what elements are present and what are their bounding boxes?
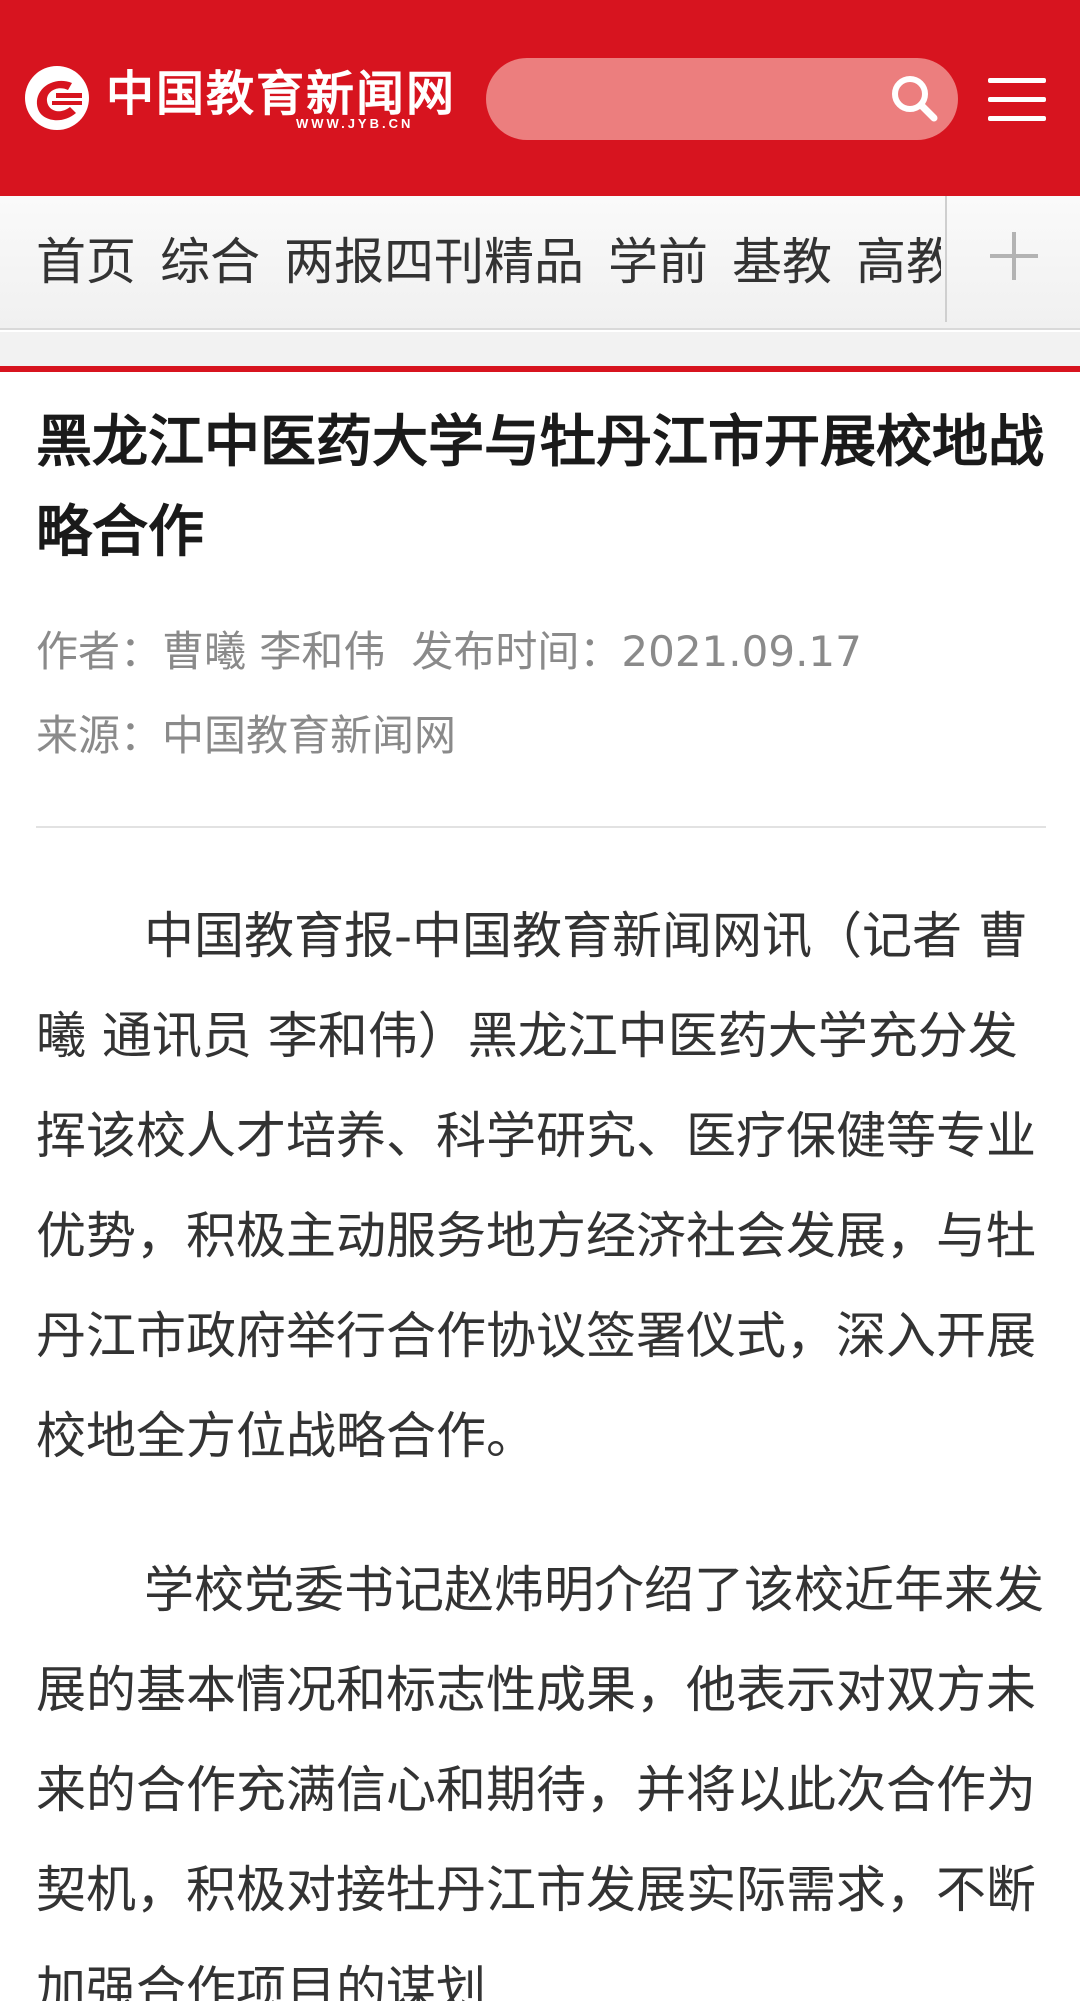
source-value: 中国教育新闻网 — [162, 711, 457, 760]
nav-item-preschool[interactable]: 学前 — [608, 196, 708, 328]
time-value: 2021.09.17 — [621, 627, 862, 676]
article-title: 黑龙江中医药大学与牡丹江市开展校地战略合作 — [36, 410, 1044, 565]
author-value: 曹曦 李和伟 — [162, 627, 386, 676]
logo-mark-icon — [25, 66, 89, 130]
spacer-band — [0, 332, 1080, 366]
nav-items: 首页 综合 两报四刊精品 学前 基教 高教 — [36, 196, 941, 328]
logo-title: 中国教育新闻网 — [106, 65, 457, 122]
article-paragraph: 学校党委书记赵炜明介绍了该校近年来发展的基本情况和标志性成果，他表示对双方未来的… — [36, 1561, 1044, 2001]
search-icon[interactable] — [888, 72, 940, 124]
meta-divider — [36, 826, 1046, 828]
article-meta: 作者：曹曦 李和伟 发布时间：2021.09.17 来源：中国教育新闻网 — [36, 610, 1046, 778]
accent-divider — [0, 366, 1080, 372]
source-label: 来源： — [36, 711, 163, 760]
nav-item-general[interactable]: 综合 — [160, 196, 260, 328]
nav-item-home[interactable]: 首页 — [36, 196, 136, 328]
hamburger-menu-icon[interactable] — [988, 78, 1046, 122]
plus-icon[interactable] — [990, 232, 1038, 280]
logo-url: WWW.JYB.CN — [296, 115, 414, 131]
search-input[interactable] — [486, 58, 958, 140]
author-label: 作者： — [36, 627, 163, 676]
nav-divider — [945, 196, 947, 322]
nav-item-selected[interactable]: 两报四刊精品 — [284, 196, 584, 328]
nav-item-basic-edu[interactable]: 基教 — [732, 196, 832, 328]
time-label: 发布时间： — [411, 627, 622, 676]
site-logo[interactable]: 中国教育新闻网 WWW.JYB.CN — [22, 58, 456, 138]
article-paragraph: 中国教育报-中国教育新闻网讯（记者 曹曦 通讯员 李和伟）黑龙江中医药大学充分发… — [36, 907, 1036, 1465]
nav-item-higher-edu[interactable]: 高教 — [856, 196, 941, 328]
channel-nav: 首页 综合 两报四刊精品 学前 基教 高教 — [0, 196, 1080, 330]
site-header: 中国教育新闻网 WWW.JYB.CN — [0, 0, 1080, 196]
